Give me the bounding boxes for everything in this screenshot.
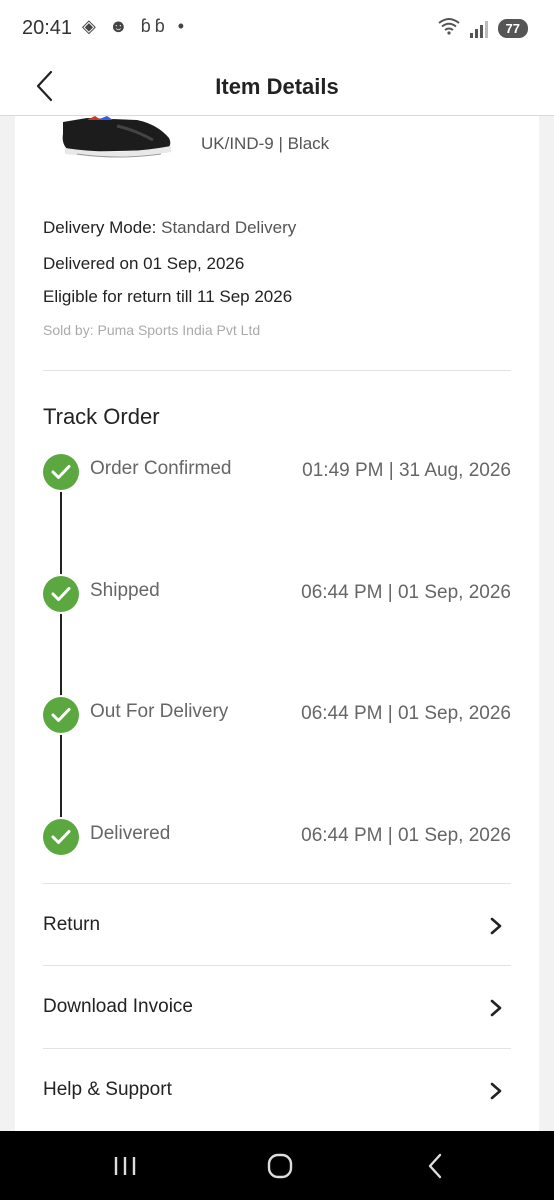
divider [43, 883, 511, 884]
app-header: Item Details [0, 58, 554, 116]
step-label: Order Confirmed [90, 458, 232, 479]
help-support-button[interactable]: Help & Support [43, 1061, 511, 1121]
status-bar: 20:41 ◈ ☻ ɓɓ • 77 [0, 0, 554, 58]
battery-badge: 77 [497, 19, 528, 38]
track-step-order-confirmed: Order Confirmed 01:49 PM | 31 Aug, 2026 [43, 454, 511, 490]
step-time: 06:44 PM | 01 Sep, 2026 [301, 582, 511, 603]
step-label: Out For Delivery [90, 701, 229, 722]
check-circle-icon [43, 819, 79, 855]
check-circle-icon [43, 697, 79, 733]
chevron-right-icon [490, 917, 502, 935]
page-title: Item Details [215, 74, 339, 99]
chevron-right-icon [490, 999, 502, 1017]
track-step-out-for-delivery: Out For Delivery 06:44 PM | 01 Sep, 2026 [43, 697, 511, 733]
chevron-right-icon [490, 1082, 502, 1100]
back-icon [428, 1153, 442, 1179]
wifi-icon [437, 17, 460, 40]
system-nav-bar [0, 1131, 554, 1200]
download-invoice-label: Download Invoice [43, 996, 193, 1017]
check-circle-icon [43, 576, 79, 612]
track-step-delivered: Delivered 06:44 PM | 01 Sep, 2026 [43, 819, 511, 855]
download-invoice-button[interactable]: Download Invoice [43, 978, 511, 1038]
check-circle-icon [43, 454, 79, 490]
signal-icon [469, 20, 488, 38]
step-time: 06:44 PM | 01 Sep, 2026 [301, 825, 511, 846]
recent-apps-button[interactable] [105, 1151, 145, 1181]
return-label: Return [43, 914, 101, 935]
home-button[interactable] [260, 1151, 300, 1181]
step-label: Shipped [90, 580, 160, 601]
recent-apps-icon [114, 1157, 136, 1175]
help-support-label: Help & Support [43, 1079, 172, 1100]
order-card: UK/IND-9 | Black Delivery Mode: Standard… [15, 116, 539, 1132]
delivery-mode: Delivery Mode: Standard Delivery [43, 218, 296, 238]
track-step-shipped: Shipped 06:44 PM | 01 Sep, 2026 [43, 576, 511, 612]
divider [43, 370, 511, 371]
divider [43, 1048, 511, 1049]
delivered-on: Delivered on 01 Sep, 2026 [43, 254, 245, 273]
delivery-mode-label: Delivery Mode: [43, 218, 157, 237]
nav-back-button[interactable] [415, 1151, 455, 1181]
divider [43, 965, 511, 966]
product-image[interactable] [57, 116, 177, 158]
step-time: 01:49 PM | 31 Aug, 2026 [302, 460, 511, 481]
status-right: 77 [437, 17, 528, 40]
notification-icons: ◈ ☻ ɓɓ • [82, 16, 189, 36]
step-label: Delivered [90, 823, 171, 844]
timeline-line [60, 472, 62, 836]
track-order-title: Track Order [43, 404, 160, 429]
home-icon [267, 1153, 293, 1179]
product-variant: UK/IND-9 | Black [201, 134, 330, 153]
status-time: 20:41 [22, 17, 73, 39]
return-button[interactable]: Return [43, 896, 511, 956]
step-time: 06:44 PM | 01 Sep, 2026 [301, 703, 511, 724]
return-eligibility: Eligible for return till 11 Sep 2026 [43, 287, 293, 306]
sold-by: Sold by: Puma Sports India Pvt Ltd [43, 322, 261, 338]
delivery-mode-value: Standard Delivery [161, 218, 297, 237]
